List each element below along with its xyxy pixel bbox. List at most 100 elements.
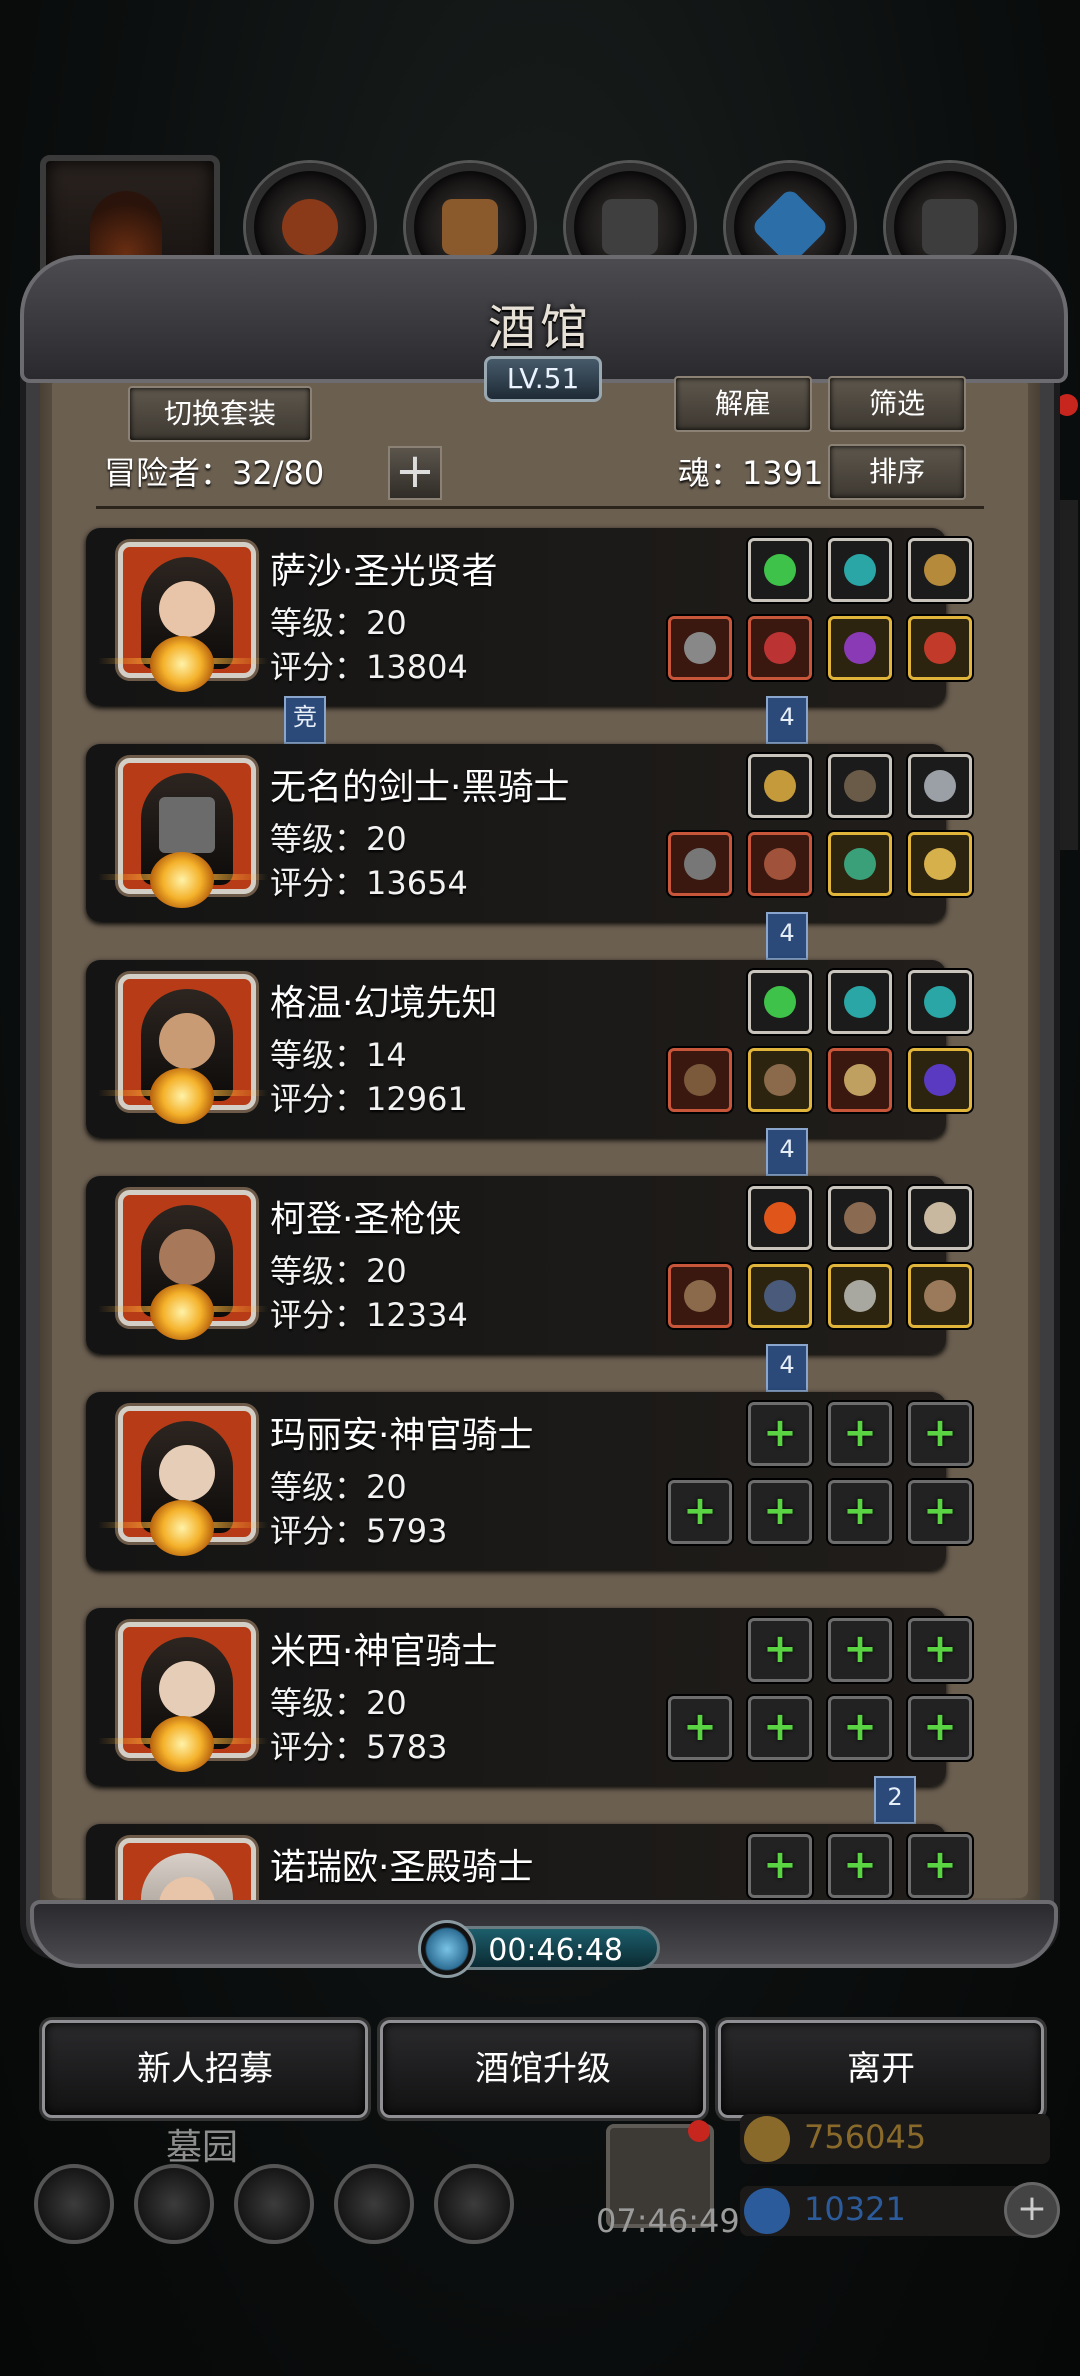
clock-icon (418, 1920, 476, 1978)
armor-icon[interactable] (748, 832, 812, 896)
scroll-icon[interactable] (234, 2164, 314, 2244)
hero-name: 无名的剑士·黑骑士 (270, 767, 570, 808)
empty-slot-add-icon[interactable]: + (828, 1402, 892, 1466)
gem-amount: 10321 (804, 2190, 906, 2228)
game-clock: 07:46:49 (596, 2202, 740, 2240)
bracelet-icon[interactable] (828, 1264, 892, 1328)
empty-slot-add-icon[interactable]: + (908, 1696, 972, 1760)
staff-icon[interactable] (668, 1048, 732, 1112)
hero-level: 等级：20 (270, 1468, 407, 1506)
gold-mask-icon[interactable] (748, 754, 812, 818)
hero-card[interactable]: 格温·幻境先知 等级：14 评分：12961 (86, 960, 972, 1138)
hero-card[interactable]: 诺瑞欧·圣殿骑士 + + + (86, 1824, 972, 1900)
empty-slot-add-icon[interactable]: + (828, 1834, 892, 1898)
star-icon[interactable] (134, 2164, 214, 2244)
shield-tab-icon (282, 199, 338, 255)
empty-slot-add-icon[interactable]: + (668, 1480, 732, 1544)
jade-ring-icon[interactable] (828, 832, 892, 896)
chest-tab-icon (442, 199, 498, 255)
filter-button[interactable]: 筛选 (828, 376, 966, 432)
add-gems-button[interactable]: + (1004, 2182, 1060, 2238)
hero-name: 柯登·圣枪侠 (270, 1199, 462, 1240)
leave-button[interactable]: 离开 (718, 2020, 1044, 2118)
fire-icon[interactable] (748, 1186, 812, 1250)
set-count-tag: 4 (766, 1344, 808, 1392)
hero-level: 等级：14 (270, 1036, 407, 1074)
cyan-gem-icon[interactable] (828, 538, 892, 602)
empty-slot-add-icon[interactable]: + (748, 1402, 812, 1466)
mask-icon[interactable] (908, 1264, 972, 1328)
hero-card[interactable]: 萨沙·圣光贤者 等级：20 评分：13804 (86, 528, 972, 706)
sun-badge-icon (150, 1068, 214, 1124)
recruit-button[interactable]: 新人招募 (42, 2020, 368, 2118)
sun-badge-icon (150, 1500, 214, 1556)
side-tab-strip[interactable] (1040, 500, 1078, 850)
green-crystal-icon[interactable] (748, 970, 812, 1034)
empty-slot-add-icon[interactable]: + (668, 1696, 732, 1760)
vial-icon[interactable] (748, 616, 812, 680)
orb-icon[interactable] (828, 1048, 892, 1112)
gear-icon[interactable] (34, 2164, 114, 2244)
sun-badge-icon (150, 636, 214, 692)
empty-slot-add-icon[interactable]: + (908, 1402, 972, 1466)
skull-icon[interactable] (908, 1186, 972, 1250)
purple-ring-icon[interactable] (908, 1048, 972, 1112)
empty-slot-add-icon[interactable]: + (908, 1618, 972, 1682)
set-count-tag: 2 (874, 1776, 916, 1824)
gold-ornament-icon[interactable] (908, 538, 972, 602)
header-divider (96, 506, 984, 509)
tavern-upgrade-button[interactable]: 酒馆升级 (380, 2020, 706, 2118)
dismiss-button[interactable]: 解雇 (674, 376, 812, 432)
empty-slot-add-icon[interactable]: + (908, 1480, 972, 1544)
hero-name: 诺瑞欧·圣殿骑士 (270, 1847, 534, 1888)
hero-card[interactable]: 玛丽安·神官骑士 等级：20 评分：5793 + + + + + + + (86, 1392, 972, 1570)
empty-slot-add-icon[interactable]: + (828, 1618, 892, 1682)
hero-portrait (118, 1838, 256, 1900)
hero-level: 等级：20 (270, 1684, 407, 1722)
empty-slot-add-icon[interactable]: + (748, 1696, 812, 1760)
set-count-tag: 4 (766, 912, 808, 960)
cube-tab-icon (922, 199, 978, 255)
red-gem-icon[interactable] (908, 616, 972, 680)
empty-slot-add-icon[interactable]: + (748, 1480, 812, 1544)
hero-score: 评分：12334 (270, 1296, 468, 1334)
hero-score: 评分：12961 (270, 1080, 468, 1118)
empty-slot-add-icon[interactable]: + (748, 1834, 812, 1898)
notification-dot (1056, 394, 1078, 416)
hero-name: 萨沙·圣光贤者 (270, 551, 498, 592)
cyan-gem-icon[interactable] (828, 970, 892, 1034)
purple-eye-icon[interactable] (828, 616, 892, 680)
green-crystal-icon[interactable] (748, 538, 812, 602)
switch-outfit-button[interactable]: 切换套装 (128, 386, 312, 442)
coat-icon[interactable] (748, 1264, 812, 1328)
rifle-icon[interactable] (668, 1264, 732, 1328)
bowl-icon[interactable] (828, 1186, 892, 1250)
mail-icon[interactable] (334, 2164, 414, 2244)
knot-icon[interactable] (434, 2164, 514, 2244)
demon-helm-icon[interactable] (748, 1048, 812, 1112)
gem-icon (744, 2188, 790, 2234)
hero-card[interactable]: 柯登·圣枪侠 等级：20 评分：12334 (86, 1176, 972, 1354)
greatsword-icon[interactable] (668, 832, 732, 896)
notification-dot (688, 2120, 710, 2142)
hero-card[interactable]: 米西·神官骑士 等级：20 评分：5783 + + + + + + + (86, 1608, 972, 1786)
sort-button[interactable]: 排序 (828, 444, 966, 500)
axe-icon[interactable] (668, 616, 732, 680)
cyan-gem-icon[interactable] (908, 970, 972, 1034)
hero-name: 玛丽安·神官骑士 (270, 1415, 534, 1456)
arena-tag: 竞 (284, 696, 326, 744)
set-count-tag: 4 (766, 1128, 808, 1176)
dagger-icon[interactable] (908, 754, 972, 818)
hero-list[interactable]: 萨沙·圣光贤者 等级：20 评分：13804 竞 4 无名的剑士·黑骑士 等级：… (80, 520, 1030, 1900)
empty-slot-add-icon[interactable]: + (908, 1834, 972, 1898)
hero-card[interactable]: 无名的剑士·黑骑士 等级：20 评分：13654 (86, 744, 972, 922)
bow-icon[interactable] (828, 754, 892, 818)
adventurer-count: 冒险者：32/80 (104, 454, 325, 492)
gold-ring-icon[interactable] (908, 832, 972, 896)
add-adventurer-slot-button[interactable]: + (388, 446, 442, 500)
soul-count: 魂：1391 (678, 454, 824, 492)
empty-slot-add-icon[interactable]: + (828, 1696, 892, 1760)
empty-slot-add-icon[interactable]: + (748, 1618, 812, 1682)
empty-slot-add-icon[interactable]: + (828, 1480, 892, 1544)
hero-score: 评分：5783 (270, 1728, 448, 1766)
